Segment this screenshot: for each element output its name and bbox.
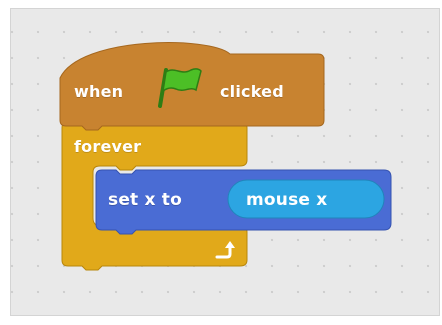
green-flag-icon[interactable] — [157, 66, 205, 114]
hat-label-clicked: clicked — [220, 82, 284, 101]
hat-label-when: when — [74, 82, 124, 101]
set-x-to-label: set x to — [108, 190, 182, 210]
script-blocks — [59, 42, 392, 271]
forever-label: forever — [74, 137, 142, 156]
mouse-x-label: mouse x — [246, 190, 328, 210]
loop-arrow-icon — [214, 238, 240, 266]
